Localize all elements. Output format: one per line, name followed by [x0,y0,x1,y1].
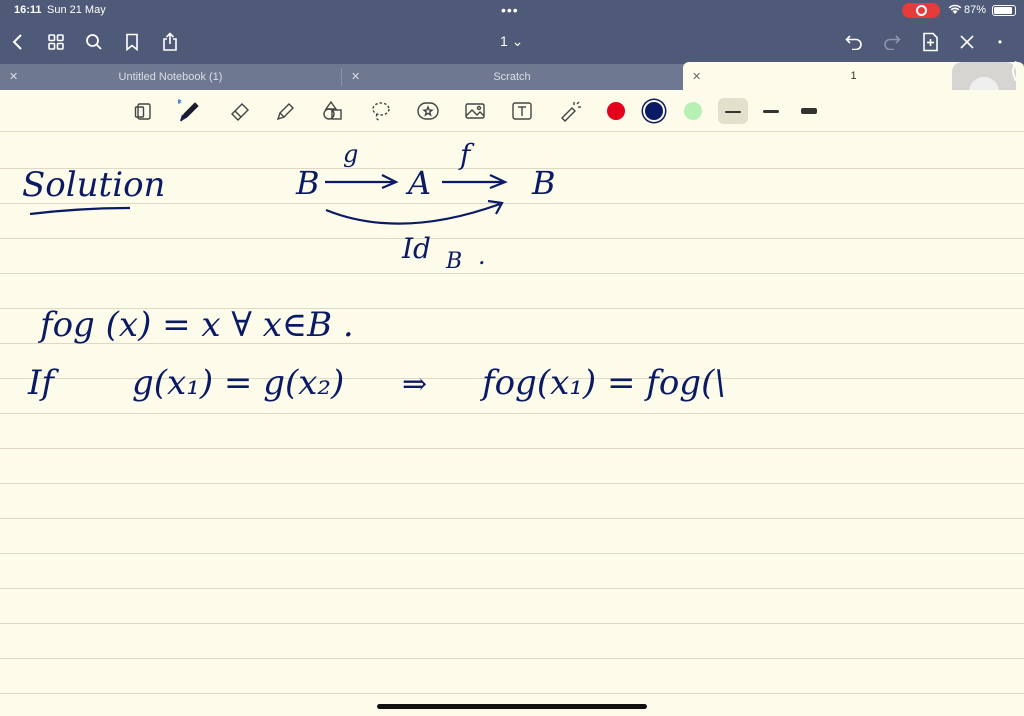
diagram-dot: . [478,242,486,270]
diagram-node-middle: A [405,164,431,202]
tab-label: Scratch [493,71,531,83]
search-icon[interactable] [82,30,106,54]
diagram-identity-subscript: B [445,249,462,274]
share-icon[interactable] [158,30,182,54]
text-icon[interactable] [510,99,534,123]
tab-bar: ✕ Untitled Notebook (1) ✕ Scratch ✕ 1 [0,62,1024,90]
stroke-thin-option[interactable] [725,111,741,113]
diagram-identity: Id [401,232,431,265]
color-swatch-green[interactable] [684,102,702,120]
handwriting-canvas: Solution B g A f B Id B . fog (x) = x ∀ … [22,138,726,403]
handwritten-heading: Solution [22,165,165,205]
screen-recording-icon[interactable] [902,3,940,18]
battery-percent: 87% [964,4,987,16]
status-bar: 16:11 Sun 21 May ••• 87% [0,0,1024,22]
home-indicator[interactable] [377,704,647,709]
handwritten-line-1: fog (x) = x ∀ x∈B . [37,305,354,345]
tab-scratch[interactable]: ✕ Scratch [342,64,682,90]
undo-icon[interactable] [842,30,866,54]
pen-icon[interactable]: ✱ [176,98,202,123]
add-page-icon[interactable] [918,30,942,54]
eraser-icon[interactable] [228,99,252,123]
drawing-toolbar: ✱ [0,90,1024,132]
image-icon[interactable] [463,99,487,123]
diagram-node-left: B [295,164,320,202]
multitasking-dots-icon[interactable]: ••• [501,2,519,18]
nav-bar: 1 ⌄ • [0,22,1024,64]
laser-pointer-icon[interactable] [557,99,581,123]
wifi-icon [948,3,962,18]
bookmark-icon[interactable] [120,30,144,54]
shapes-icon[interactable] [321,99,345,123]
status-time: 16:11 [14,4,42,16]
diagram-node-right: B [531,164,556,202]
page-indicator[interactable]: 1 ⌄ [500,33,523,50]
notebook-page[interactable]: Solution B g A f B Id B . fog (x) = x ∀ … [0,132,1024,716]
sticker-icon[interactable] [416,99,440,123]
more-icon[interactable]: • [988,30,1012,54]
handwritten-if: If [27,363,59,403]
handwritten-equation-b: fog(x₁) = fog(\ [479,363,726,403]
grid-view-icon[interactable] [44,30,68,54]
battery-icon [992,5,1016,16]
diagram-map-g: g [343,140,358,168]
lasso-icon[interactable] [369,99,393,123]
handwritten-implies: ⇒ [402,367,427,402]
tab-untitled-notebook[interactable]: ✕ Untitled Notebook (1) [0,64,341,90]
highlighter-icon[interactable] [274,99,298,123]
handwritten-equation-a: g(x₁) = g(x₂) [132,363,344,403]
color-swatch-red[interactable] [607,102,625,120]
status-date: Sun 21 May [47,4,106,16]
stroke-medium-option[interactable] [763,110,779,113]
top-bar: 16:11 Sun 21 May ••• 87% 1 ⌄ • [0,0,1024,64]
svg-text:✱: ✱ [178,99,182,106]
color-swatch-navy-selected[interactable] [645,102,663,120]
close-toolbar-icon[interactable] [955,30,979,54]
back-chevron-icon[interactable] [6,30,30,54]
tab-label: Untitled Notebook (1) [118,71,223,83]
diagram-map-f: f [458,138,475,171]
side-panel-handle-icon[interactable]: ⟨ [1005,58,1023,88]
page-layout-icon[interactable] [132,99,156,123]
redo-icon[interactable] [880,30,904,54]
stroke-thick-option[interactable] [801,108,817,114]
